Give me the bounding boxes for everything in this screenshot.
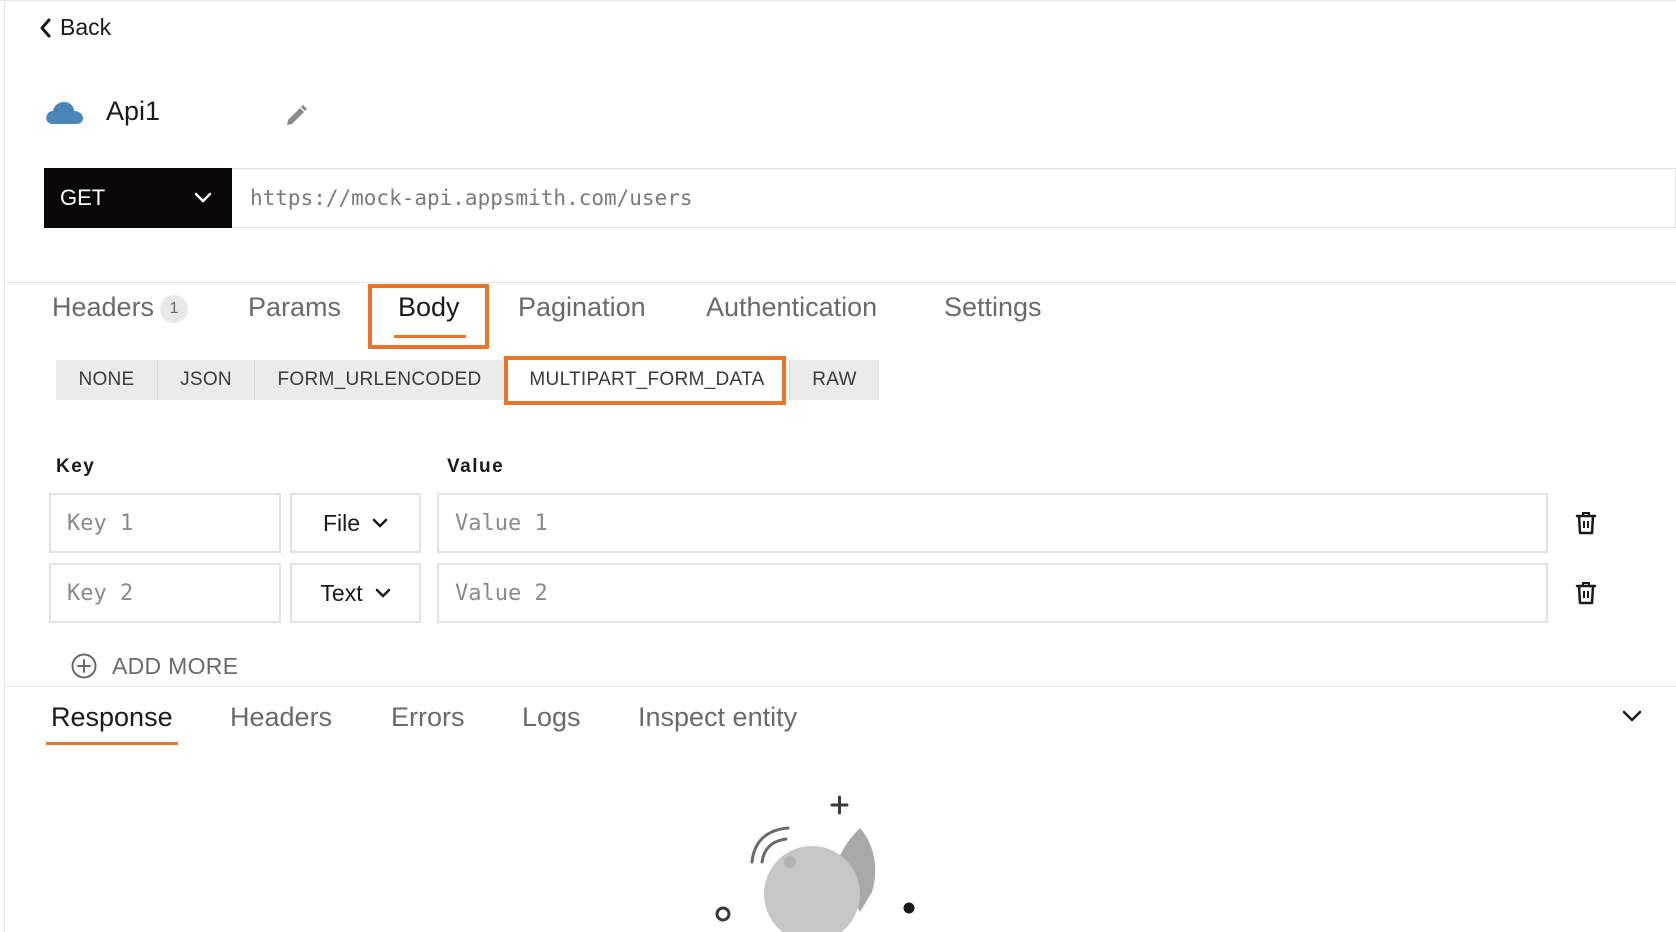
trash-icon[interactable] — [1575, 511, 1597, 535]
body-type-json[interactable]: JSON — [158, 360, 255, 400]
http-method-select[interactable]: GET — [44, 168, 232, 228]
tab-logs[interactable]: Logs — [522, 702, 581, 733]
key-column-label: Key — [56, 456, 96, 477]
tab-params[interactable]: Params — [248, 292, 341, 323]
value-placeholder-2: Value 2 — [455, 580, 548, 606]
key-placeholder-2: Key 2 — [67, 580, 134, 606]
divider — [4, 282, 1676, 283]
cloud-icon — [44, 97, 84, 127]
trash-icon[interactable] — [1575, 581, 1597, 605]
tab-headers-label: Headers — [52, 292, 155, 322]
back-label: Back — [60, 14, 112, 40]
add-more-label: ADD MORE — [112, 652, 239, 679]
key-input-1[interactable]: Key 1 — [49, 493, 281, 553]
type-select-2[interactable]: Text — [290, 563, 421, 623]
plus-circle-icon — [71, 653, 97, 679]
value-column-label: Value — [447, 456, 505, 477]
body-type-none[interactable]: NONE — [56, 360, 158, 400]
value-input-2[interactable]: Value 2 — [437, 563, 1548, 623]
type-select-1[interactable]: File — [290, 493, 421, 553]
tab-inspect-entity[interactable]: Inspect entity — [638, 702, 797, 733]
pencil-icon[interactable] — [282, 102, 310, 130]
body-type-raw[interactable]: RAW — [790, 360, 879, 400]
chevron-down-icon — [375, 588, 390, 598]
chevron-down-icon — [194, 192, 212, 203]
empty-state-illustration — [715, 795, 915, 932]
divider — [4, 686, 1676, 687]
type-value-1: File — [322, 509, 361, 536]
api-header: Api1 — [44, 96, 160, 127]
chevron-left-icon — [40, 18, 51, 37]
http-method-value: GET — [60, 185, 106, 210]
top-border — [0, 0, 1676, 1]
key-input-2[interactable]: Key 2 — [49, 563, 281, 623]
api-name[interactable]: Api1 — [106, 96, 160, 127]
tab-headers[interactable]: Headers 1 — [52, 292, 189, 323]
chevron-down-icon[interactable] — [1620, 704, 1644, 728]
body-type-form-urlencoded[interactable]: FORM_URLENCODED — [255, 360, 505, 400]
url-input[interactable]: https://mock-api.appsmith.com/users — [232, 168, 1676, 228]
url-placeholder: https://mock-api.appsmith.com/users — [250, 186, 693, 210]
tab-authentication[interactable]: Authentication — [706, 292, 877, 323]
tab-settings[interactable]: Settings — [944, 292, 1042, 323]
tab-response-headers[interactable]: Headers — [230, 702, 332, 733]
key-placeholder-1: Key 1 — [67, 510, 134, 536]
back-link[interactable]: Back — [38, 14, 111, 41]
tab-response[interactable]: Response — [51, 702, 173, 733]
add-more-button[interactable]: ADD MORE — [70, 652, 238, 680]
tab-pagination[interactable]: Pagination — [518, 292, 646, 323]
type-value-2: Text — [320, 579, 363, 606]
active-response-tab-indicator — [46, 742, 178, 745]
body-tab-highlight — [368, 284, 489, 349]
multipart-highlight — [504, 356, 786, 405]
value-placeholder-1: Value 1 — [455, 510, 548, 536]
chevron-down-icon — [372, 518, 388, 528]
headers-count-badge: 1 — [160, 294, 189, 323]
left-border — [4, 0, 5, 932]
tab-errors[interactable]: Errors — [391, 702, 465, 733]
value-input-1[interactable]: Value 1 — [437, 493, 1548, 553]
